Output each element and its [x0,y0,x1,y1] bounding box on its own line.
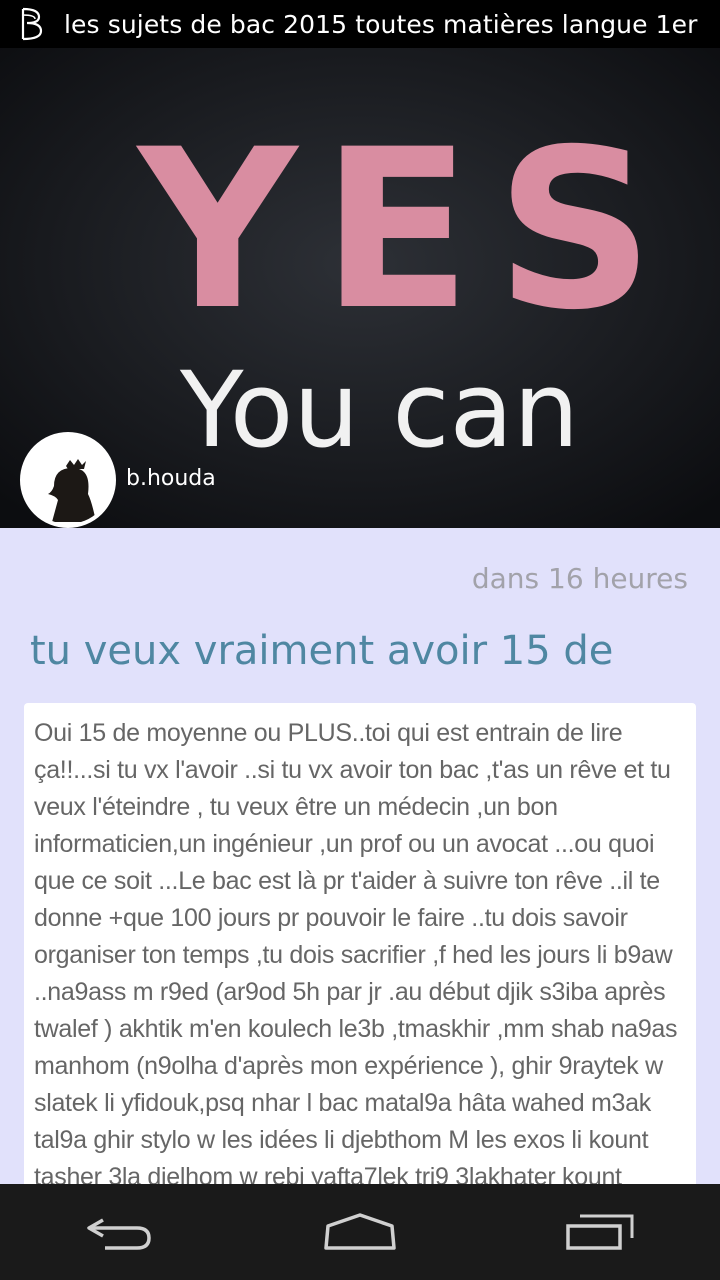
post-title: tu veux vraiment avoir 15 de [30,628,614,674]
recents-button[interactable] [520,1184,680,1280]
avatar[interactable] [20,432,116,528]
image-text-yes: YES [135,102,678,358]
recents-icon [566,1214,634,1250]
back-button[interactable] [40,1184,200,1280]
home-button[interactable] [280,1184,440,1280]
post-time: dans 16 heures [471,562,688,595]
system-nav-bar [0,1184,720,1280]
post-body: Oui 15 de moyenne ou PLUS..toi qui est e… [34,719,678,1191]
image-text-you-can: You can [179,349,579,471]
b-logo-icon[interactable] [0,0,64,48]
home-icon [324,1213,396,1250]
author-name[interactable]: b.houda [126,466,216,491]
back-icon [87,1218,151,1250]
post-body-card: Oui 15 de moyenne ou PLUS..toi qui est e… [24,703,696,1223]
app-title: les sujets de bac 2015 toutes matières l… [64,9,698,39]
app-bar: les sujets de bac 2015 toutes matières l… [0,0,720,48]
